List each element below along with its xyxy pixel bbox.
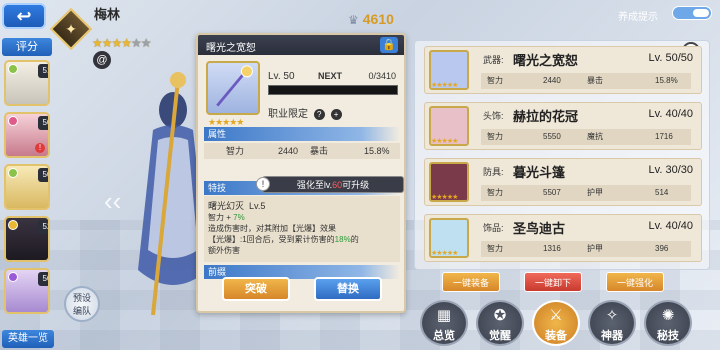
tab-secret-skill[interactable]: ✺ 秘技: [644, 300, 692, 346]
equipment-slot-armor[interactable]: ★★★★★ 防具: 暮光斗篷 Lv. 30/30 智力 5507 护甲 514: [424, 158, 702, 206]
item-name: 圣鸟迪古: [513, 221, 566, 236]
power-value: 4610: [362, 11, 394, 27]
item-stars: ★★★★★: [431, 194, 458, 201]
next-exp-value: 0/3410: [368, 71, 396, 81]
attribute-stats: 智力 2440 暴击 15.8%: [204, 143, 400, 159]
preset-team-button[interactable]: 预设 编队: [64, 286, 100, 322]
item-name: 曙光之宽恕: [513, 53, 579, 68]
element-icon: [8, 272, 18, 282]
power-gem-icon: ♛: [348, 13, 359, 27]
slot-type: 武器:: [483, 55, 504, 65]
hero-level: 50: [38, 116, 48, 130]
hero-level: 50: [38, 168, 48, 182]
star-rating: ★★★★★★: [92, 36, 152, 50]
equipment-slot-weapon[interactable]: ★★★★★ 武器: 曙光之宽恕 Lv. 50/50 智力 2440 暴击 15.…: [424, 46, 702, 94]
swirl-faction-icon[interactable]: @: [93, 51, 111, 69]
back-arrow-icon: ↩: [16, 5, 32, 26]
warning-icon: !: [256, 177, 270, 191]
secret-skill-icon: ✺: [661, 307, 675, 324]
tab-equipment[interactable]: ⚔ 装备: [532, 300, 580, 346]
item-name: 赫拉的花冠: [513, 109, 579, 124]
stat-name: 暴击: [310, 146, 329, 156]
item-detail-panel: 曙光之宽恕 🔒 ★★★★★ Lv. 50 NEXT 0/3410 职业限定 ? …: [196, 33, 406, 313]
top-bar: ↩ 梅林 ♛ 4610 养成提示: [0, 0, 720, 34]
element-icon: [8, 64, 18, 74]
enhance-all-button[interactable]: 一键强化: [606, 272, 664, 292]
hero-card[interactable]: 50: [4, 164, 50, 210]
hero-list-button[interactable]: 英雄一览: [2, 330, 54, 348]
item-level: Lv. 40/40: [648, 220, 693, 232]
slot-type: 头饰:: [483, 111, 504, 121]
swap-button[interactable]: 替换: [314, 277, 382, 301]
hero-level: 51: [38, 64, 48, 78]
hero-card[interactable]: 51: [4, 60, 50, 106]
exp-bar: [268, 85, 398, 95]
artifact-icon: ✧: [605, 307, 619, 324]
equipment-slot-headgear[interactable]: ★★★★★ 头饰: 赫拉的花冠 Lv. 40/40 智力 5550 魔抗 171…: [424, 102, 702, 150]
item-level: Lv. 50/50: [648, 52, 693, 64]
hero-card[interactable]: 50 !: [4, 112, 50, 158]
item-stars: ★★★★★: [431, 250, 458, 257]
rating-button[interactable]: 评分: [2, 38, 52, 56]
hint-toggle[interactable]: [672, 6, 712, 20]
lock-icon[interactable]: 🔒: [380, 37, 398, 53]
skill-name: 曙光幻灭 Lv.5: [208, 201, 266, 211]
item-level: Lv. 40/40: [648, 108, 693, 120]
hero-roster: 51 50 ! 50 52 50: [4, 60, 56, 320]
element-icon: [8, 116, 18, 126]
help-icon[interactable]: ?: [313, 109, 325, 120]
slot-type: 饰品:: [483, 223, 504, 233]
stat-name: 智力: [226, 146, 245, 156]
bottom-tab-bar: ▦ 总览 ✪ 觉醒 ⚔ 装备 ✧ 神器 ✺ 秘技: [420, 300, 716, 348]
preset-label: 编队: [72, 306, 91, 316]
stat-value: 15.8%: [364, 146, 390, 156]
element-icon: [8, 168, 18, 178]
next-label: NEXT: [318, 71, 343, 81]
tab-overview[interactable]: ▦ 总览: [420, 300, 468, 346]
preset-label: 预设: [72, 293, 91, 303]
plus-icon[interactable]: +: [330, 109, 342, 120]
attribute-section-header: 属性: [204, 127, 400, 141]
awaken-icon: ✪: [493, 307, 507, 324]
breakthrough-button[interactable]: 突破: [222, 277, 290, 301]
hero-card[interactable]: 50: [4, 268, 50, 314]
item-stats: 智力 1316 护甲 396: [481, 241, 691, 257]
stat-value: 2440: [278, 146, 299, 156]
overview-icon: ▦: [436, 307, 452, 324]
unequip-all-button[interactable]: 一键卸下: [524, 272, 582, 292]
item-stats: 智力 5507 护甲 514: [481, 185, 691, 201]
character-name: 梅林: [94, 7, 121, 22]
job-limit: 职业限定 ? +: [268, 105, 342, 120]
equip-all-button[interactable]: 一键装备: [442, 272, 500, 292]
staff-item-image: [206, 61, 260, 115]
tab-awaken[interactable]: ✪ 觉醒: [476, 300, 524, 346]
hero-level: 50: [38, 272, 48, 286]
alert-badge-icon: !: [35, 143, 45, 153]
element-icon: [8, 220, 18, 230]
upgrade-tooltip: 强化至lv.60可升级: [262, 176, 404, 193]
item-level: Lv. 50: [268, 71, 295, 82]
job-limit-label: 职业限定: [268, 109, 308, 120]
power-display: ♛ 4610: [348, 11, 394, 27]
item-level: Lv. 30/30: [648, 164, 693, 176]
item-stats: 智力 5550 魔抗 1716: [481, 129, 691, 145]
equipment-icon: ⚔: [549, 307, 563, 324]
item-stars: ★★★★★: [431, 138, 458, 145]
hero-level: 52: [38, 220, 48, 234]
equipment-slot-accessory[interactable]: ★★★★★ 饰品: 圣鸟迪古 Lv. 40/40 智力 1316 护甲 396: [424, 214, 702, 262]
skill-block: 曙光幻灭 Lv.5 智力 + 7% 造成伤害时，对其附加【光爆】效果 【光爆】:…: [204, 196, 400, 262]
detail-title-bar: 曙光之宽恕 🔒: [198, 35, 404, 55]
skill-description: 智力 + 7% 造成伤害时，对其附加【光爆】效果 【光爆】:1回合后，受到累计伤…: [208, 213, 359, 255]
detail-title: 曙光之宽恕: [206, 43, 256, 54]
item-stars: ★★★★★: [431, 82, 458, 89]
item-stats: 智力 2440 暴击 15.8%: [481, 73, 691, 89]
hero-card[interactable]: 52: [4, 216, 50, 262]
tab-artifact[interactable]: ✧ 神器: [588, 300, 636, 346]
hint-label: 养成提示: [618, 12, 658, 23]
slot-type: 防具:: [483, 167, 504, 177]
back-button[interactable]: ↩: [2, 3, 46, 29]
item-name: 暮光斗篷: [513, 165, 566, 180]
